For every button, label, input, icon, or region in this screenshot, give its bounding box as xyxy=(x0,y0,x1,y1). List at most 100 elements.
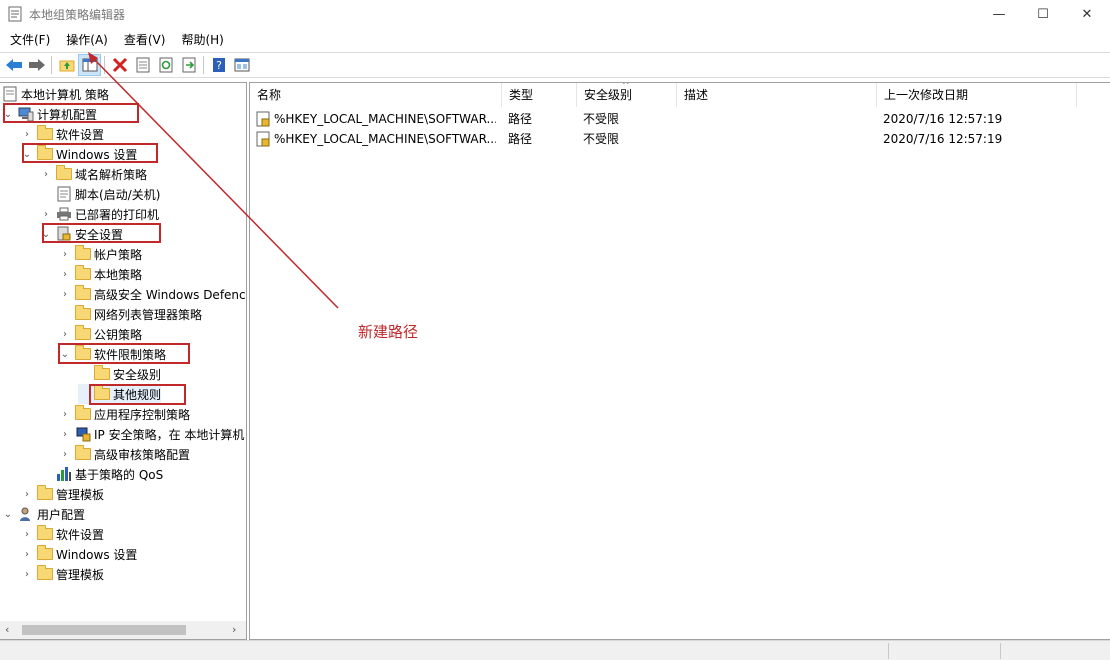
up-folder-button[interactable] xyxy=(55,54,78,76)
details-list[interactable]: 名称 类型 安全级别 ^ 描述 上一次修改日期 %HKEY_LOCAL_MACH… xyxy=(249,82,1110,640)
tree-item-user-admin-templates[interactable]: › 管理模板 xyxy=(21,564,104,584)
tree-item-security-levels[interactable]: 安全级别 xyxy=(78,364,161,384)
view-button[interactable] xyxy=(230,54,253,76)
tree-item-public-key[interactable]: › 公钥策略 xyxy=(59,324,142,344)
table-row[interactable]: %HKEY_LOCAL_MACHINE\SOFTWAR... 路径 不受限 20… xyxy=(250,129,1110,149)
properties-button[interactable] xyxy=(131,54,154,76)
tree-label: IP 安全策略，在 本地计算机 xyxy=(94,427,245,442)
tree-item-scripts[interactable]: 脚本(启动/关机) xyxy=(40,184,160,204)
tree-item-dns-policy[interactable]: › 域名解析策略 xyxy=(40,164,147,184)
menu-action[interactable]: 操作(A) xyxy=(56,29,114,51)
scroll-right-icon[interactable]: › xyxy=(232,623,236,636)
export-list-button[interactable] xyxy=(177,54,200,76)
back-icon xyxy=(5,59,22,71)
column-header-type[interactable]: 类型 xyxy=(502,83,577,107)
export-icon xyxy=(182,57,195,73)
up-folder-icon xyxy=(59,60,74,72)
collapsed-chevron-icon[interactable]: › xyxy=(59,328,71,340)
toolbar-separator xyxy=(51,56,52,74)
menu-bar: 文件(F) 操作(A) 查看(V) 帮助(H) xyxy=(0,29,1110,51)
collapsed-chevron-icon[interactable]: › xyxy=(59,408,71,420)
tree-label: 网络列表管理器策略 xyxy=(94,307,203,322)
refresh-icon xyxy=(159,57,172,73)
minimize-button[interactable]: — xyxy=(976,0,1022,28)
highlight-other-rules xyxy=(89,384,186,405)
tree-item-network-list[interactable]: 网络列表管理器策略 xyxy=(59,304,202,324)
back-button[interactable] xyxy=(2,54,25,76)
folder-icon xyxy=(37,525,53,540)
tree-item-admin-templates[interactable]: › 管理模板 xyxy=(21,484,104,504)
column-header-description[interactable]: 描述 xyxy=(677,83,877,107)
tree-label: 基于策略的 QoS xyxy=(75,467,164,482)
delete-button[interactable] xyxy=(108,54,131,76)
show-tree-button[interactable] xyxy=(78,54,101,76)
tree-item-qos[interactable]: 基于策略的 QoS xyxy=(40,464,163,484)
close-button[interactable]: ✕ xyxy=(1064,0,1110,28)
tree-item-user-windows[interactable]: › Windows 设置 xyxy=(21,544,137,564)
navigation-tree[interactable]: 本地计算机 策略 ⌄ 计算机配置 › 软件设置 ⌄ Windows 设置 › 域… xyxy=(0,82,247,640)
table-row[interactable]: %HKEY_LOCAL_MACHINE\SOFTWAR... 路径 不受限 20… xyxy=(250,109,1110,129)
folder-icon xyxy=(37,545,53,560)
tree-item-account-policy[interactable]: › 帐户策略 xyxy=(59,244,142,264)
collapsed-chevron-icon[interactable]: › xyxy=(21,568,33,580)
collapsed-chevron-icon[interactable]: › xyxy=(21,528,33,540)
annotation-label: 新建路径 xyxy=(358,323,419,341)
locked-folder-icon xyxy=(75,265,91,280)
tree-label: 公钥策略 xyxy=(94,327,143,342)
cell-type: 路径 xyxy=(508,132,533,146)
printer-icon xyxy=(57,207,71,221)
tree-item-local-policy[interactable]: › 本地策略 xyxy=(59,264,142,284)
cell-modified: 2020/7/16 12:57:19 xyxy=(883,132,1003,146)
forward-button[interactable] xyxy=(25,54,48,76)
tree-item-ipsec[interactable]: › IP 安全策略，在 本地计算机 xyxy=(59,424,244,444)
svg-text:?: ? xyxy=(216,59,222,72)
tree-item-defender-firewall[interactable]: › 高级安全 Windows Defenc xyxy=(59,284,246,304)
expanded-chevron-icon[interactable]: ⌄ xyxy=(2,508,14,520)
tree-item-user-software[interactable]: › 软件设置 xyxy=(21,524,104,544)
collapsed-chevron-icon[interactable]: › xyxy=(59,248,71,260)
folder-icon xyxy=(37,485,53,500)
status-divider xyxy=(1000,643,1001,659)
cell-modified: 2020/7/16 12:57:19 xyxy=(883,112,1003,126)
collapsed-chevron-icon[interactable]: › xyxy=(59,428,71,440)
tree-label: 用户配置 xyxy=(37,507,86,522)
help-button[interactable]: ? xyxy=(207,54,230,76)
scroll-left-icon[interactable]: ‹ xyxy=(5,623,9,636)
tree-item-root[interactable]: 本地计算机 策略 xyxy=(2,84,109,104)
locked-folder-icon xyxy=(75,245,91,260)
scrollbar-thumb[interactable] xyxy=(22,625,186,635)
collapsed-chevron-icon[interactable]: › xyxy=(21,128,33,140)
menu-file[interactable]: 文件(F) xyxy=(0,29,56,51)
tree-item-app-control[interactable]: › 应用程序控制策略 xyxy=(59,404,190,424)
maximize-button[interactable]: ☐ xyxy=(1020,0,1066,28)
collapsed-chevron-icon[interactable]: › xyxy=(59,268,71,280)
highlight-security-settings xyxy=(42,223,161,243)
tree-horizontal-scrollbar[interactable]: ‹ › xyxy=(0,621,246,639)
menu-view[interactable]: 查看(V) xyxy=(114,29,172,51)
cell-level: 不受限 xyxy=(583,112,620,126)
title-bar: 本地组策略编辑器 — ☐ ✕ xyxy=(0,0,1110,28)
highlight-software-restriction xyxy=(58,343,190,364)
collapsed-chevron-icon[interactable]: › xyxy=(40,208,52,220)
folder-icon xyxy=(75,405,91,420)
collapsed-chevron-icon[interactable]: › xyxy=(59,448,71,460)
refresh-button[interactable] xyxy=(154,54,177,76)
tree-label: 脚本(启动/关机) xyxy=(75,187,161,202)
sort-ascending-icon: ^ xyxy=(622,82,630,91)
folder-icon xyxy=(37,125,53,140)
tree-item-user-config[interactable]: ⌄ 用户配置 xyxy=(2,504,85,524)
column-header-modified[interactable]: 上一次修改日期 xyxy=(877,83,1077,107)
collapsed-chevron-icon[interactable]: › xyxy=(59,288,71,300)
tree-item-software-settings[interactable]: › 软件设置 xyxy=(21,124,104,144)
tree-item-audit[interactable]: › 高级审核策略配置 xyxy=(59,444,190,464)
collapsed-chevron-icon[interactable]: › xyxy=(21,548,33,560)
collapsed-chevron-icon[interactable]: › xyxy=(40,168,52,180)
column-header-name[interactable]: 名称 xyxy=(250,83,502,107)
toolbar-separator xyxy=(203,56,204,74)
user-icon xyxy=(20,507,30,521)
menu-help[interactable]: 帮助(H) xyxy=(171,29,229,51)
collapsed-chevron-icon[interactable]: › xyxy=(21,488,33,500)
folder-icon xyxy=(75,325,91,340)
qos-chart-icon xyxy=(57,467,71,481)
tree-item-printers[interactable]: › 已部署的打印机 xyxy=(40,204,159,224)
